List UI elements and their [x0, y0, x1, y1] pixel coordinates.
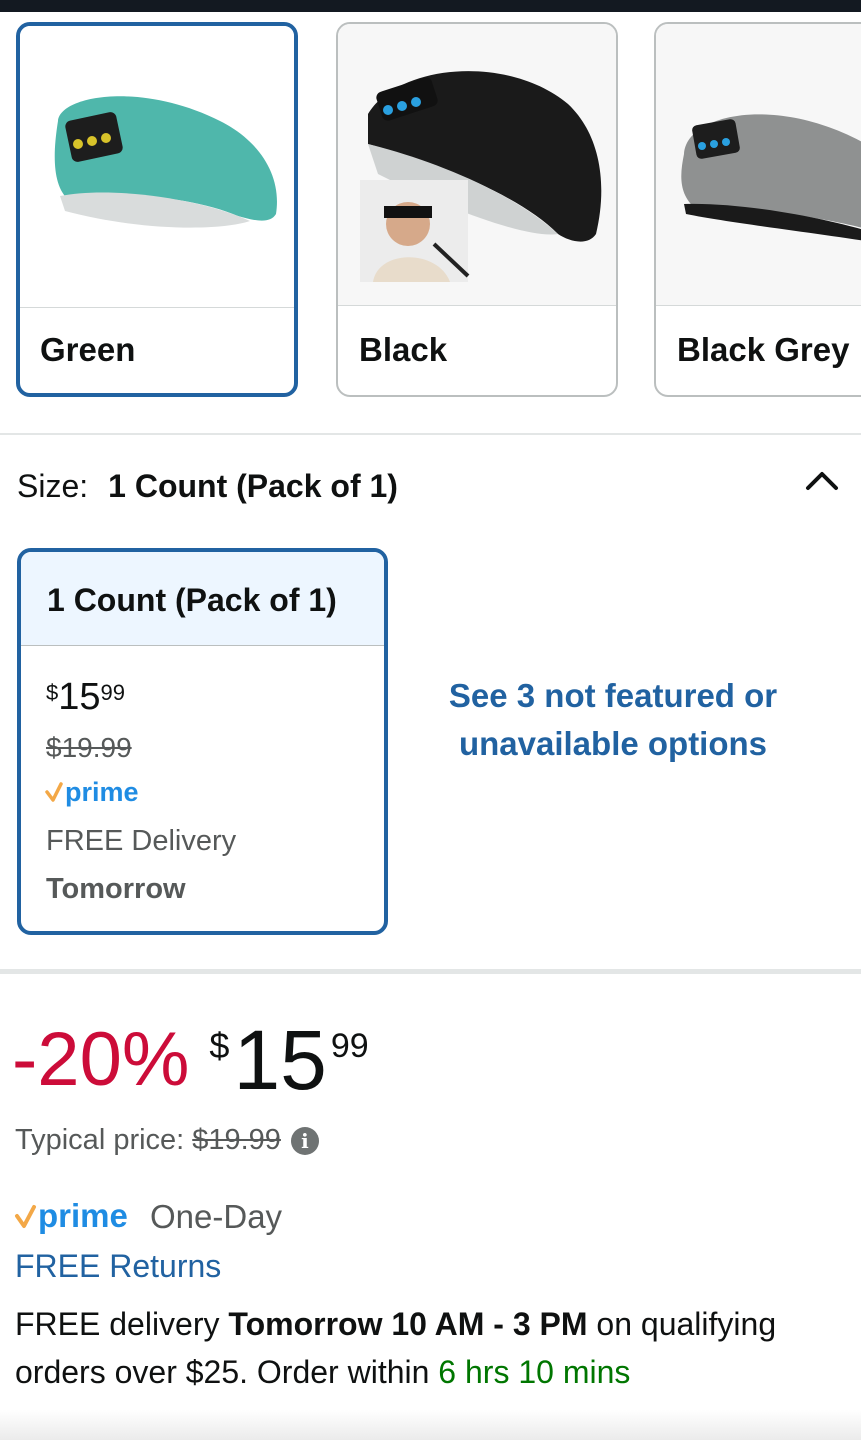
list-price: $19.99 [46, 732, 132, 763]
size-key: Size: [17, 468, 89, 504]
typical-price-value: $19.99 [192, 1124, 281, 1156]
delivery-day: Tomorrow [46, 873, 186, 905]
size-value: 1 Count (Pack of 1) [108, 468, 398, 504]
one-day-label: One-Day [150, 1198, 283, 1235]
headband-black-image [338, 24, 616, 306]
price-currency: $ [46, 680, 59, 705]
delivery-pre: FREE delivery [15, 1306, 220, 1342]
price-whole: 15 [233, 1013, 327, 1107]
price-fraction: 99 [330, 1027, 369, 1065]
price-currency: $ [209, 1025, 230, 1066]
info-icon[interactable]: i [290, 1126, 319, 1155]
chevron-up-icon[interactable] [804, 466, 840, 492]
color-option-green[interactable]: Green [16, 22, 298, 397]
color-option-black-grey[interactable]: Black Grey [654, 22, 861, 397]
see-more-options-link[interactable]: See 3 not featured or unavailable option… [430, 672, 796, 768]
discount-percent: -20% [12, 1017, 190, 1102]
prime-logo: prime [15, 1199, 128, 1234]
typical-price: Typical price: $19.99 i [15, 1124, 319, 1157]
color-option-black[interactable]: Black [336, 22, 618, 397]
size-option-card[interactable]: 1 Count (Pack of 1) $1599 $19.99 prime F… [17, 548, 388, 935]
price-fraction: 99 [100, 680, 126, 705]
color-option-label: Black Grey [677, 331, 850, 368]
color-option-label: Green [40, 331, 136, 368]
top-status-bar [0, 0, 861, 12]
size-option-price: $1599 [46, 676, 125, 719]
prime-logo: prime [45, 777, 155, 808]
color-option-label: Black [359, 331, 448, 368]
headband-green-image [20, 26, 294, 308]
price-whole: 15 [58, 676, 101, 718]
prime-label: prime [65, 778, 139, 807]
size-option-title: 1 Count (Pack of 1) [21, 552, 384, 646]
prime-label: prime [38, 1199, 128, 1234]
headband-grey-image [656, 24, 861, 306]
section-divider [0, 969, 861, 974]
delivery-line: FREE Delivery [46, 825, 237, 857]
free-returns-link[interactable]: FREE Returns [15, 1248, 221, 1285]
delivery-countdown: 6 hrs 10 mins [438, 1354, 631, 1390]
scroll-fade [0, 1410, 861, 1440]
delivery-window: Tomorrow 10 AM - 3 PM [228, 1306, 588, 1342]
delivery-message: FREE delivery Tomorrow 10 AM - 3 PM on q… [15, 1300, 845, 1396]
size-selector-header[interactable]: Size: 1 Count (Pack of 1) [17, 468, 398, 505]
section-divider [0, 433, 861, 435]
price-block: -20% $ 15 99 [12, 1015, 369, 1105]
typical-price-label: Typical price: [15, 1124, 185, 1156]
prime-one-day: prime One-Day [14, 1198, 282, 1236]
